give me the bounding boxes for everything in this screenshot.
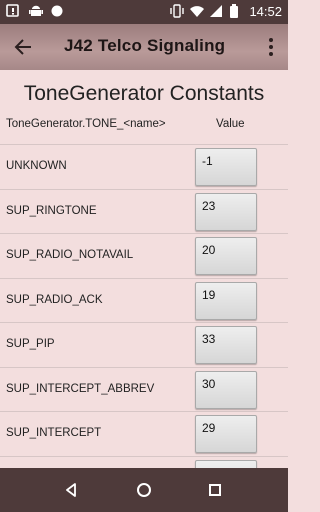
nav-back-icon[interactable] [64, 483, 78, 497]
page-heading: ToneGenerator Constants [23, 82, 265, 105]
list-item: UNKNOWN -1 [0, 144, 288, 189]
notification-icon [6, 3, 20, 19]
back-arrow-icon[interactable] [12, 36, 36, 58]
nav-home-icon[interactable] [137, 483, 151, 497]
value-button[interactable]: 20 [195, 237, 257, 275]
constant-name: SUP_RADIO_NOTAVAIL [6, 249, 134, 261]
list-item: SUP_RINGTONE 23 [0, 188, 288, 234]
constant-name: SUP_RINGTONE [6, 204, 97, 217]
value-button[interactable]: -1 [195, 148, 257, 186]
battery-icon [229, 3, 243, 19]
constant-name: UNKNOWN [6, 160, 67, 172]
status-right-icons: 14:52 [169, 3, 282, 19]
value-button[interactable]: 23 [195, 192, 257, 231]
overflow-menu-icon[interactable] [268, 38, 274, 56]
column-header-name: ToneGenerator.TONE_<name> [6, 118, 166, 130]
value-label: 23 [202, 198, 216, 213]
signal-icon [209, 3, 223, 19]
value-label: -1 [202, 154, 213, 168]
vibrate-icon [169, 3, 185, 19]
constants-list: UNKNOWN -1 SUP_RINGTONE 23 SUP_RADIO_NOT… [0, 144, 288, 468]
list-item: SUP_RADIO_NOTAVAIL 20 [0, 233, 288, 278]
value-button[interactable]: 33 [195, 326, 257, 364]
app-bar: J42 Telco Signaling [0, 24, 288, 70]
android-icon [28, 3, 43, 19]
value-label: 19 [202, 287, 216, 302]
constant-name: SUP_INTERCEPT_ABBREV [6, 382, 155, 395]
list-item: SUP_INTERCEPT_ABBREV 30 [0, 366, 288, 412]
status-time: 14:52 [249, 3, 282, 19]
nav-recents-icon[interactable] [209, 484, 221, 496]
list-item: SUP_PIP 33 [0, 322, 288, 367]
constant-name: SUP_INTERCEPT [6, 427, 102, 439]
navigation-bar [0, 468, 288, 512]
list-item: 21 [0, 455, 288, 468]
value-button[interactable]: 29 [195, 415, 257, 453]
value-label: 20 [202, 243, 216, 257]
list-item: SUP_RADIO_ACK 19 [0, 277, 288, 323]
status-bar: 14:52 [0, 0, 288, 24]
constant-name: SUP_PIP [6, 338, 55, 350]
column-header-value: Value [216, 118, 245, 130]
wifi-icon [189, 3, 205, 19]
list-item: SUP_INTERCEPT 29 [0, 411, 288, 456]
app-title: J42 Telco Signaling [64, 36, 226, 55]
value-label: 30 [202, 376, 216, 391]
value-button[interactable]: 30 [195, 370, 257, 409]
value-label: 29 [202, 421, 216, 435]
circle-icon [50, 3, 64, 19]
main-content: ToneGenerator Constants ToneGenerator.TO… [0, 70, 288, 468]
value-label: 33 [202, 332, 216, 346]
status-left-icons [6, 3, 64, 19]
constant-name: SUP_RADIO_ACK [6, 293, 103, 306]
value-button[interactable]: 19 [195, 281, 257, 320]
value-button[interactable]: 21 [195, 459, 257, 468]
